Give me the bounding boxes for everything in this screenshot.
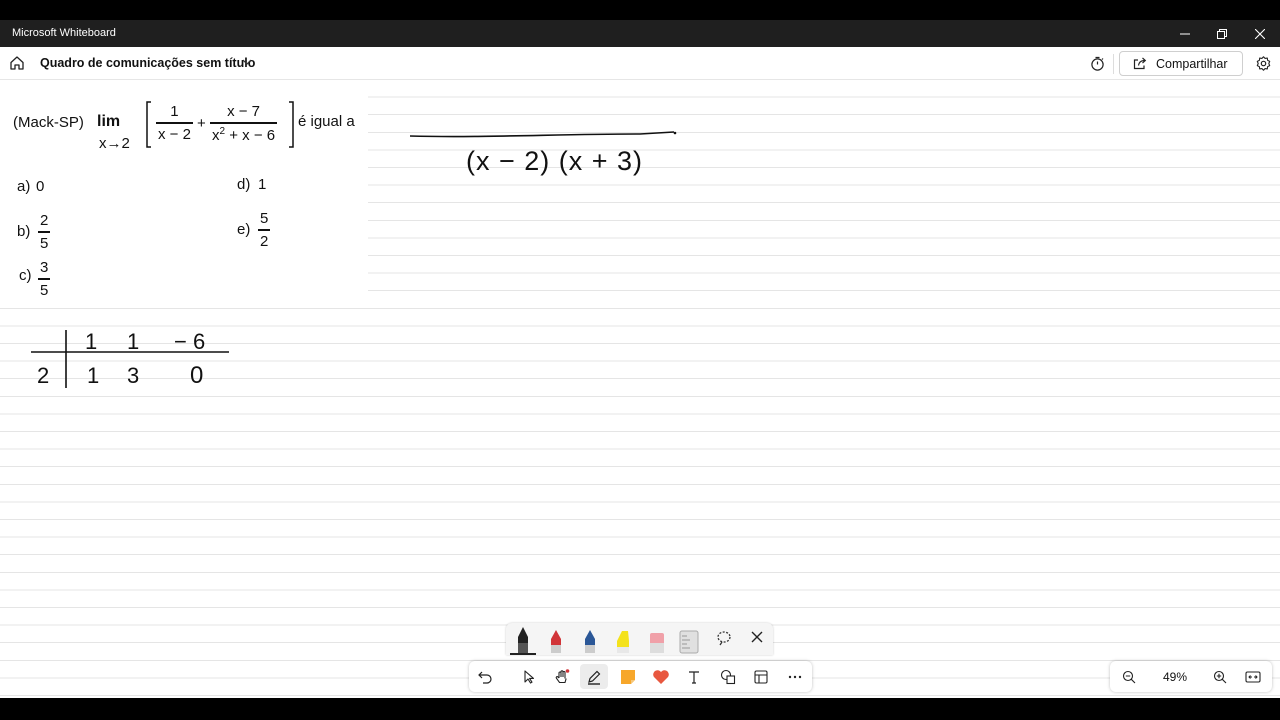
pen-tray-icons (510, 627, 763, 655)
option-c-label: c) (19, 267, 32, 284)
close-icon (1255, 28, 1265, 39)
zoom-level[interactable]: 49% (1163, 670, 1187, 684)
restore-button[interactable] (1203, 20, 1241, 47)
zoom-out-icon (1122, 670, 1136, 683)
eraser-icon[interactable] (650, 633, 664, 653)
templates-button[interactable] (746, 661, 776, 692)
plus-sign: + (197, 115, 206, 132)
minimize-button[interactable] (1166, 20, 1204, 47)
gear-icon[interactable] (1256, 56, 1271, 71)
pen-tray (506, 623, 773, 655)
black-pen-icon[interactable] (510, 627, 536, 655)
heart-icon (653, 669, 669, 684)
text-icon (689, 670, 699, 684)
shapes-icon (720, 669, 736, 684)
title-bar: Microsoft Whiteboard (0, 20, 1280, 47)
text-tool-button[interactable] (679, 661, 709, 692)
hand-icon (555, 668, 570, 683)
share-button[interactable]: Compartilhar (1119, 51, 1243, 76)
option-b-fraction: 25 (38, 212, 51, 252)
fit-to-screen-button[interactable] (1238, 661, 1268, 692)
ruler-icon[interactable] (679, 630, 699, 654)
problem-tail: é igual a (298, 113, 355, 130)
undo-icon (478, 671, 492, 684)
minimize-icon (1180, 33, 1190, 34)
option-d-value: 1 (258, 176, 267, 193)
sticky-note-button[interactable] (613, 661, 643, 692)
red-pen-icon[interactable] (551, 630, 561, 653)
app-header: Quadro de comunicações sem título Compar… (0, 47, 1280, 80)
lasso-icon[interactable] (717, 631, 731, 646)
problem-image[interactable]: (Mack-SP) lim x→2 1 x − 2 + x − 7 x2 + x… (0, 90, 368, 300)
app-title: Microsoft Whiteboard (12, 27, 116, 39)
chevron-down-icon[interactable] (242, 59, 252, 66)
restore-icon (1217, 28, 1227, 39)
timer-icon[interactable] (1090, 56, 1105, 71)
share-label: Compartilhar (1156, 56, 1228, 71)
main-toolbar (469, 661, 812, 692)
pen-icon (588, 670, 601, 685)
fraction-1: 1 x − 2 (156, 103, 193, 143)
highlighter-icon[interactable] (617, 631, 629, 653)
pan-tool-button[interactable] (547, 661, 577, 692)
option-c-fraction: 35 (38, 259, 51, 299)
close-tray-icon[interactable] (751, 631, 763, 643)
undo-button[interactable] (470, 661, 500, 692)
option-a-label: a) (17, 178, 31, 195)
option-d-label: d) (237, 176, 251, 193)
home-icon[interactable] (9, 55, 25, 71)
option-b-label: b) (17, 223, 31, 240)
fit-screen-icon (1245, 670, 1261, 683)
bottom-letterbox (0, 698, 1280, 720)
close-window-button[interactable] (1241, 20, 1279, 47)
zoom-in-button[interactable] (1205, 661, 1235, 692)
templates-icon (754, 669, 768, 684)
more-options-button[interactable] (780, 661, 810, 692)
share-icon (1133, 57, 1147, 70)
fraction-2: x − 7 x2 + x − 6 (210, 103, 278, 144)
option-e-label: e) (237, 221, 251, 238)
cursor-icon (524, 669, 535, 684)
header-divider (1113, 54, 1114, 74)
reactions-button[interactable] (646, 661, 676, 692)
pen-tool-button[interactable] (580, 664, 608, 689)
shapes-button[interactable] (713, 661, 743, 692)
sticky-note-icon (621, 669, 635, 684)
option-e-fraction: 52 (258, 210, 271, 250)
zoom-control: 49% (1110, 661, 1272, 692)
select-tool-button[interactable] (514, 661, 544, 692)
zoom-in-icon (1213, 670, 1227, 683)
zoom-out-button[interactable] (1114, 661, 1144, 692)
option-a-value: 0 (36, 178, 45, 195)
board-title[interactable]: Quadro de comunicações sem título (40, 56, 255, 70)
blue-pen-icon[interactable] (585, 630, 595, 653)
ellipsis-icon (788, 675, 802, 678)
